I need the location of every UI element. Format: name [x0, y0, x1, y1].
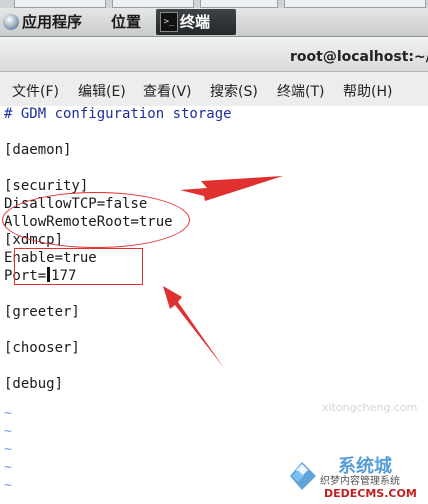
annotation-arrows [163, 176, 283, 368]
annotation-arrow-top [180, 176, 283, 201]
watermark-subtitle: 织梦内容管理系统 [320, 476, 400, 487]
annotation-arrow-bottom [163, 286, 224, 368]
watermark-url: DEDECMS.COM [324, 487, 417, 500]
watermark-faint-url: xitongcheng.com [322, 401, 418, 414]
